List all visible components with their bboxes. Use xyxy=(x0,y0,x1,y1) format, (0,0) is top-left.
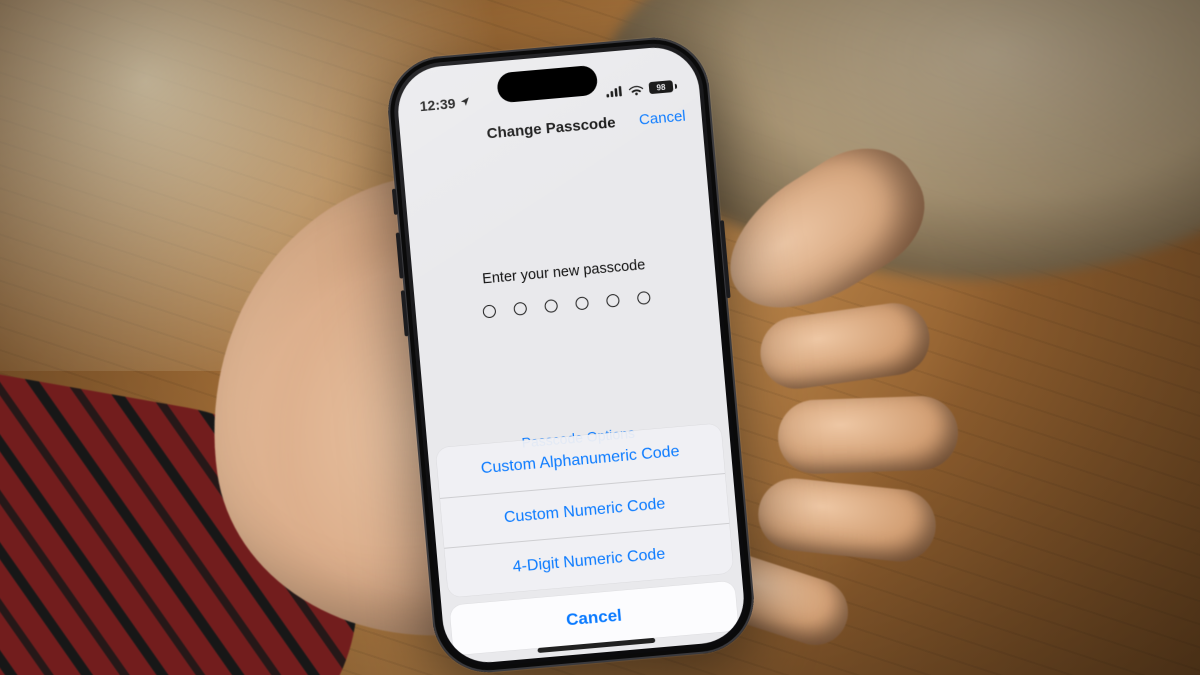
passcode-prompt: Enter your new passcode xyxy=(402,134,717,325)
battery-icon: 98 xyxy=(649,80,678,94)
passcode-dot xyxy=(637,291,651,305)
battery-percentage: 98 xyxy=(656,82,666,92)
status-time: 12:39 xyxy=(419,95,456,114)
location-icon xyxy=(459,94,471,111)
passcode-dot xyxy=(513,302,527,316)
cellular-signal-icon xyxy=(606,85,624,97)
prompt-label: Enter your new passcode xyxy=(413,251,715,293)
passcode-dot xyxy=(575,296,589,310)
page-title: Change Passcode xyxy=(486,114,616,142)
iphone-device: 12:39 xyxy=(384,33,759,675)
action-sheet: Custom Alphanumeric Code Custom Numeric … xyxy=(436,423,739,655)
passcode-dots xyxy=(416,285,718,324)
iphone-screen: 12:39 xyxy=(395,44,748,666)
passcode-dot xyxy=(544,299,558,313)
passcode-dot xyxy=(606,294,620,308)
action-sheet-options: Custom Alphanumeric Code Custom Numeric … xyxy=(436,423,734,597)
passcode-dot xyxy=(482,304,496,318)
wifi-icon xyxy=(628,83,645,95)
nav-cancel-button[interactable]: Cancel xyxy=(638,108,686,129)
